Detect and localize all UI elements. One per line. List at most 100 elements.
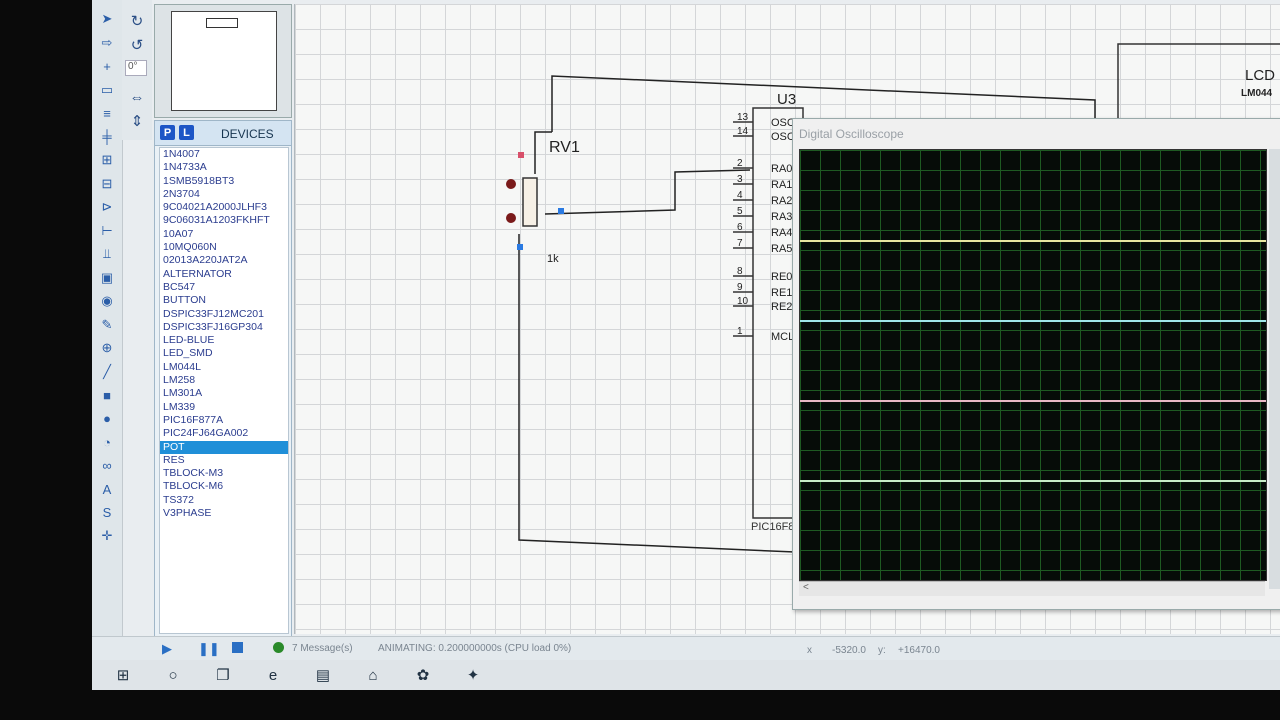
edge-icon[interactable]: e: [262, 664, 284, 686]
trace-a: [800, 240, 1266, 242]
device-item[interactable]: 02013A220JAT2A: [160, 254, 288, 267]
pick-devices-button[interactable]: P: [160, 125, 175, 140]
device-item[interactable]: BC547: [160, 281, 288, 294]
search-icon[interactable]: ○: [162, 664, 184, 686]
overview-window[interactable]: [154, 4, 292, 118]
device-list[interactable]: 1N4007 1N4733A 1SMB5918BT3 2N3704 9C04021A20…: [159, 147, 289, 634]
library-manager-button[interactable]: L: [179, 125, 194, 140]
rotation-angle-field[interactable]: 0°: [125, 60, 147, 76]
select-arrow-icon[interactable]: ➤: [97, 10, 117, 28]
pin-number: 6: [737, 222, 743, 233]
pin-number: 4: [737, 190, 743, 201]
pin-number: 14: [737, 126, 749, 137]
message-info-icon[interactable]: [273, 642, 284, 653]
overview-sheet: [171, 11, 277, 111]
rotate-clockwise-icon[interactable]: ↻: [128, 12, 146, 30]
device-item[interactable]: PIC24FJ64GA002: [160, 427, 288, 440]
pause-button[interactable]: ❚❚: [198, 641, 220, 657]
scroll-left-arrow[interactable]: <: [803, 582, 809, 593]
oscilloscope-title: Digital Oscilloscope: [799, 127, 904, 141]
mirror-vertical-icon[interactable]: ⇕: [128, 112, 146, 130]
device-item[interactable]: DSPIC33FJ16GP304: [160, 321, 288, 334]
device-item[interactable]: LED-BLUE: [160, 334, 288, 347]
arc-icon[interactable]: ◔: [97, 433, 117, 451]
trace-d: [800, 480, 1266, 482]
pin-number: 1: [737, 326, 743, 337]
port-icon[interactable]: ⊳: [97, 198, 117, 216]
junction-icon[interactable]: +: [97, 57, 117, 75]
device-item[interactable]: V3PHASE: [160, 507, 288, 520]
box-icon[interactable]: ■: [97, 386, 117, 404]
device-item[interactable]: DSPIC33FJ12MC201: [160, 308, 288, 321]
device-item[interactable]: ALTERNATOR: [160, 268, 288, 281]
proteus-window: ➤ ⇨ + ▭ ≡ ╪ ⊞ ⊟ ⊳ ⊢ ⫫ ▣ ◉ ✎ ⊕ ╱ ■ ● ◔ ∞ A S ✛ ↻ ↺ ⇔ ⇕ 0° P L D…: [92, 0, 1280, 690]
y-label: y:: [878, 645, 886, 656]
wire-wiper: [544, 169, 751, 215]
ic-part: PIC16F8: [751, 521, 794, 533]
device-item[interactable]: BUTTON: [160, 294, 288, 307]
device-selector: P L DEVICES 1N4007 1N4733A 1SMB5918BT3 2N37…: [154, 120, 292, 637]
text-icon[interactable]: A: [97, 480, 117, 498]
probe-icon[interactable]: ✎: [97, 316, 117, 334]
device-item[interactable]: LM339: [160, 401, 288, 414]
oscilloscope-scrollbar[interactable]: <: [799, 581, 1265, 596]
animating-status: ANIMATING: 0.200000000s (CPU load 0%): [378, 643, 572, 654]
terminal-icon[interactable]: ⊟: [97, 175, 117, 193]
text-script-icon[interactable]: ≡: [97, 104, 117, 122]
windows-start-icon[interactable]: ⊞: [112, 664, 134, 686]
device-item[interactable]: TBLOCK-M6: [160, 480, 288, 493]
device-pin-icon[interactable]: ⊢: [97, 222, 117, 240]
circle-icon[interactable]: ●: [97, 410, 117, 428]
trace-b: [800, 320, 1266, 322]
wire-label-icon[interactable]: ▭: [97, 81, 117, 99]
pin-number: 5: [737, 206, 743, 217]
tape-icon[interactable]: ▣: [97, 269, 117, 287]
rotate-anticlockwise-icon[interactable]: ↺: [128, 36, 146, 54]
device-item[interactable]: LM258: [160, 374, 288, 387]
stop-button[interactable]: [232, 642, 243, 653]
device-item[interactable]: PIC16F877A: [160, 414, 288, 427]
device-item[interactable]: LM044L: [160, 361, 288, 374]
path-icon[interactable]: ∞: [97, 457, 117, 475]
device-item[interactable]: TBLOCK-M3: [160, 467, 288, 480]
device-item[interactable]: 10MQ060N: [160, 241, 288, 254]
symbol-icon[interactable]: S: [97, 504, 117, 522]
y-coordinate: +16470.0: [898, 645, 940, 656]
oscilloscope-controls-panel[interactable]: [1269, 149, 1280, 589]
marker-icon[interactable]: ✛: [97, 527, 117, 545]
device-item[interactable]: LM301A: [160, 387, 288, 400]
device-item[interactable]: LED_SMD: [160, 347, 288, 360]
device-item[interactable]: 1N4733A: [160, 161, 288, 174]
subcircuit-icon[interactable]: ⊞: [97, 151, 117, 169]
device-item[interactable]: 2N3704: [160, 188, 288, 201]
device-item[interactable]: 9C06031A1203FKHFT: [160, 214, 288, 227]
device-item[interactable]: TS372: [160, 494, 288, 507]
component-mode-icon[interactable]: ⇨: [97, 34, 117, 52]
mirror-horizontal-icon[interactable]: ⇔: [128, 88, 146, 106]
device-item[interactable]: 9C04021A2000JLHF3: [160, 201, 288, 214]
proteus-ares-icon[interactable]: ✦: [462, 664, 484, 686]
device-item[interactable]: RES: [160, 454, 288, 467]
device-item[interactable]: 1N4007: [160, 148, 288, 161]
devices-title: DEVICES: [221, 127, 274, 141]
oscilloscope-window[interactable]: Digital Oscilloscope <: [792, 118, 1280, 610]
store-icon[interactable]: ⌂: [362, 664, 384, 686]
windows-taskbar: ⊞ ○ ❐ e ▤ ⌂ ✿ ✦: [92, 660, 1280, 690]
proteus-isis-icon[interactable]: ✿: [412, 664, 434, 686]
mode-toolbar: ➤ ⇨ + ▭ ≡ ╪ ⊞ ⊟ ⊳ ⊢ ⫫ ▣ ◉ ✎ ⊕ ╱ ■ ● ◔ ∞ A S ✛: [92, 0, 123, 640]
device-item[interactable]: 1SMB5918BT3: [160, 175, 288, 188]
generator-icon[interactable]: ◉: [97, 292, 117, 310]
task-view-icon[interactable]: ❐: [212, 664, 234, 686]
play-button[interactable]: ▶: [162, 641, 172, 657]
instrument-icon[interactable]: ⊕: [97, 339, 117, 357]
bus-icon[interactable]: ╪: [97, 128, 117, 146]
device-item[interactable]: POT: [160, 440, 288, 454]
oscilloscope-display: [799, 149, 1267, 581]
file-explorer-icon[interactable]: ▤: [312, 664, 334, 686]
device-item[interactable]: 10A07: [160, 228, 288, 241]
pot-marker-top: [518, 152, 524, 158]
overview-viewport: [206, 18, 238, 28]
graph-icon[interactable]: ⫫: [97, 245, 117, 263]
messages-count[interactable]: 7 Message(s): [292, 643, 353, 654]
line-icon[interactable]: ╱: [97, 363, 117, 381]
